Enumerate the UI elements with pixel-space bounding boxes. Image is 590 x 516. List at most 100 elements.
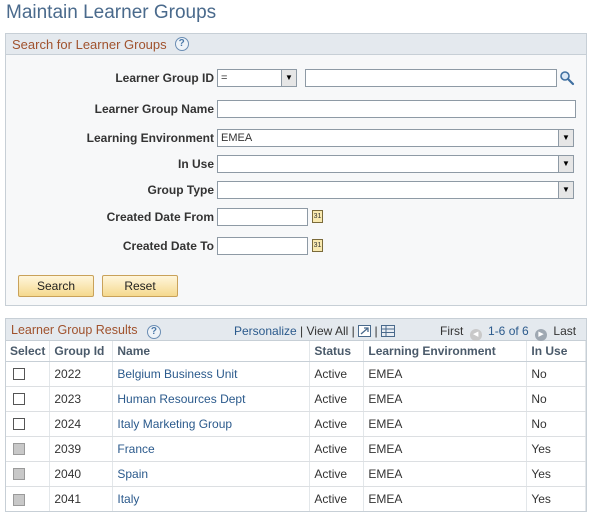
cell-environment: EMEA — [363, 411, 528, 437]
zoom-grid-icon[interactable] — [358, 325, 372, 337]
cell-environment: EMEA — [363, 461, 528, 487]
column-header-name[interactable]: Name — [112, 341, 311, 362]
view-all-link[interactable]: View All — [307, 324, 349, 338]
row-created-to: Created Date To 31 — [6, 237, 586, 257]
row-created-from: Created Date From 31 — [6, 208, 586, 228]
row-group-id: Learner Group ID = ▼ — [6, 69, 586, 89]
chevron-down-icon[interactable]: ▼ — [558, 182, 573, 198]
chevron-down-icon[interactable]: ▼ — [558, 156, 573, 172]
cell-status: Active — [309, 386, 365, 412]
select-checkbox — [13, 443, 25, 456]
group-id-operator-select[interactable]: = ▼ — [217, 69, 297, 87]
cell-select — [6, 411, 51, 437]
cell-name-link[interactable]: Italy Marketing Group — [112, 411, 311, 437]
help-icon[interactable]: ? — [146, 325, 161, 339]
cell-environment: EMEA — [363, 486, 528, 511]
search-panel-header: Search for Learner Groups ? — [6, 34, 586, 55]
select-checkbox[interactable] — [13, 368, 25, 381]
table-row: 2024 Italy Marketing Group Active EMEA No — [6, 411, 586, 437]
results-header: Learner Group Results ? Personalize | Vi… — [6, 319, 586, 341]
cell-name-link[interactable]: Belgium Business Unit — [112, 361, 311, 387]
environment-select[interactable]: EMEA ▼ — [217, 129, 574, 147]
cell-in-use: No — [526, 386, 586, 412]
calendar-icon[interactable]: 31 — [312, 239, 323, 252]
group-name-label: Learner Group Name — [94, 102, 214, 116]
page-title: Maintain Learner Groups — [6, 2, 217, 23]
created-to-input[interactable] — [217, 237, 308, 255]
column-header-environment[interactable]: Learning Environment — [363, 341, 528, 362]
select-checkbox[interactable] — [13, 418, 25, 431]
search-panel: Search for Learner Groups ? Learner Grou… — [5, 33, 587, 306]
cell-status: Active — [309, 361, 365, 387]
select-checkbox — [13, 468, 25, 481]
cell-select — [6, 386, 51, 412]
cell-in-use: Yes — [526, 461, 586, 487]
cell-name-link[interactable]: Spain — [112, 461, 311, 487]
cell-group-id: 2023 — [49, 386, 114, 412]
table-row: 2023 Human Resources Dept Active EMEA No — [6, 386, 586, 412]
column-header-group-id[interactable]: Group Id — [49, 341, 114, 362]
table-row: 2039 France Active EMEA Yes — [6, 436, 586, 462]
cell-name-link[interactable]: France — [112, 436, 311, 462]
table-header-row: Select Group Id Name Status Learning Env… — [6, 341, 586, 362]
cell-name-link[interactable]: Human Resources Dept — [112, 386, 311, 412]
cell-status: Active — [309, 411, 365, 437]
group-type-select[interactable]: ▼ — [217, 181, 574, 199]
group-id-label: Learner Group ID — [115, 71, 214, 85]
help-icon[interactable]: ? — [174, 37, 189, 51]
group-name-input[interactable] — [217, 100, 576, 118]
toolbar-separator: | — [374, 324, 378, 338]
column-header-status[interactable]: Status — [309, 341, 365, 362]
magnifier-icon[interactable] — [559, 70, 575, 86]
group-id-input[interactable] — [305, 69, 557, 87]
chevron-down-icon[interactable]: ▼ — [281, 70, 296, 86]
grid-toolbar: Personalize | View All | | — [234, 324, 395, 338]
results-title-text: Learner Group Results — [11, 323, 138, 337]
results-title: Learner Group Results ? — [11, 323, 161, 339]
group-type-label: Group Type — [147, 183, 214, 197]
grid-pagination: First ◀ 1-6 of 6 ▶ Last — [440, 324, 576, 341]
first-link[interactable]: First — [440, 324, 463, 338]
cell-group-id: 2024 — [49, 411, 114, 437]
cell-status: Active — [309, 486, 365, 511]
cell-name-link[interactable]: Italy — [112, 486, 311, 511]
column-header-select: Select — [6, 341, 51, 362]
toolbar-separator: | — [351, 324, 355, 338]
in-use-select[interactable]: ▼ — [217, 155, 574, 173]
cell-status: Active — [309, 436, 365, 462]
previous-icon[interactable]: ◀ — [469, 329, 482, 341]
created-from-label: Created Date From — [106, 210, 214, 224]
chevron-down-icon[interactable]: ▼ — [558, 130, 573, 146]
select-checkbox[interactable] — [13, 393, 25, 406]
cell-group-id: 2039 — [49, 436, 114, 462]
toolbar-separator: | — [300, 324, 304, 338]
group-id-operator-value: = — [221, 72, 228, 84]
created-from-input[interactable] — [217, 208, 308, 226]
cell-in-use: No — [526, 411, 586, 437]
calendar-icon[interactable]: 31 — [312, 210, 323, 223]
cell-group-id: 2040 — [49, 461, 114, 487]
column-header-in-use[interactable]: In Use — [526, 341, 586, 362]
cell-environment: EMEA — [363, 361, 528, 387]
row-environment: Learning Environment EMEA ▼ — [6, 129, 586, 149]
reset-button[interactable]: Reset — [102, 275, 178, 297]
search-button[interactable]: Search — [18, 275, 94, 297]
row-group-type: Group Type ▼ — [6, 181, 586, 201]
row-group-name: Learner Group Name — [6, 100, 586, 120]
select-checkbox — [13, 493, 25, 506]
cell-in-use: No — [526, 361, 586, 387]
download-icon[interactable] — [380, 325, 395, 337]
cell-environment: EMEA — [363, 386, 528, 412]
cell-group-id: 2022 — [49, 361, 114, 387]
cell-select — [6, 461, 51, 487]
cell-group-id: 2041 — [49, 486, 114, 511]
next-icon[interactable]: ▶ — [535, 329, 548, 341]
row-in-use: In Use ▼ — [6, 155, 586, 175]
results-grid: Learner Group Results ? Personalize | Vi… — [5, 318, 587, 512]
cell-in-use: Yes — [526, 486, 586, 511]
last-link[interactable]: Last — [553, 324, 576, 338]
cell-select — [6, 436, 51, 462]
search-panel-title: Search for Learner Groups — [12, 36, 167, 52]
personalize-link[interactable]: Personalize — [234, 324, 297, 338]
row-range: 1-6 of 6 — [488, 324, 529, 338]
